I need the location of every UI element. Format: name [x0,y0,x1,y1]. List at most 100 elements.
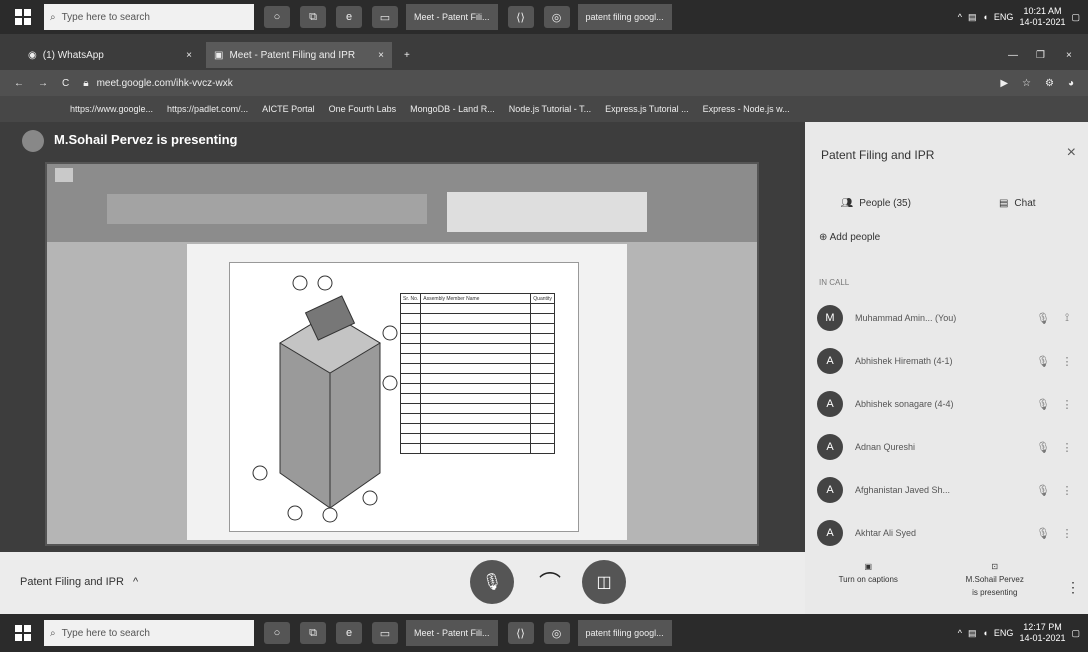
chrome-icon[interactable]: ◎ [543,622,570,644]
system-tray: ^ ▤ ◖ ENG 12:17 PM 14-01-2021 ▢ [958,622,1088,644]
network-icon[interactable]: ▤ [968,628,977,639]
new-tab-button[interactable]: + [396,42,422,68]
table-header: Sr. No. [399,293,422,304]
close-window-button[interactable]: × [1058,42,1080,68]
start-button[interactable] [8,620,38,646]
task-view-icon[interactable]: ⧉ [300,6,326,28]
clock[interactable]: 12:17 PM 14-01-2021 [1019,622,1065,644]
vscode-icon[interactable]: ⟨⟩ [507,622,534,644]
more-options-icon[interactable]: ⋮ [1055,527,1079,540]
extensions-icon[interactable]: ⚙ [1045,78,1054,89]
back-icon[interactable]: ← [14,78,24,89]
taskbar-app-chrome[interactable]: patent filing googl... [577,620,672,646]
captions-button[interactable]: ▣ Turn on captions [805,560,932,614]
start-button[interactable] [8,4,38,30]
mic-toggle-button[interactable]: 🎙︎ [470,560,514,604]
bookmark-item[interactable]: Express - Node.js w... [703,104,790,114]
volume-icon[interactable]: ◖ [982,12,987,22]
pin-icon[interactable]: ⟟ [1055,312,1079,325]
presenter-avatar [22,130,44,152]
meet-icon: ▣ [214,49,224,61]
tab-whatsapp[interactable]: ◉ (1) WhatsApp × [20,42,200,68]
close-icon[interactable]: × [378,50,384,61]
file-explorer-icon[interactable]: ▭ [372,622,398,644]
participant-row[interactable]: A Abhishek sonagare (4-4) 🎙︎ ⋮ [817,384,1079,424]
network-icon[interactable]: ▤ [968,12,977,23]
participant-name: Abhishek Hiremath (4-1) [855,356,953,366]
more-options-icon[interactable]: ⋮ [1055,441,1079,454]
mic-off-icon[interactable]: 🎙︎ [1031,398,1055,411]
language-indicator[interactable]: ENG [994,628,1014,638]
volume-icon[interactable]: ◖ [982,628,987,638]
table-row [399,353,555,364]
cortana-icon[interactable]: ○ [264,622,290,644]
more-options-icon[interactable]: ⋮ [1058,560,1088,614]
notifications-icon[interactable]: ▢ [1071,628,1080,639]
bookmark-item[interactable]: Node.js Tutorial - T... [509,104,591,114]
mic-off-icon[interactable]: 🎙︎ [1031,527,1055,540]
task-view-icon[interactable]: ⧉ [300,622,326,644]
leave-call-button[interactable]: ⌒ [528,560,572,604]
participant-row[interactable]: A Adnan Qureshi 🎙︎ ⋮ [817,427,1079,467]
table-row [399,343,555,354]
more-options-icon[interactable]: ⋮ [1055,398,1079,411]
mic-off-icon[interactable]: 🎙︎ [1031,355,1055,368]
camera-toggle-button[interactable]: ◫ [582,560,626,604]
table-header: Assembly Member Name [420,293,532,304]
participant-row[interactable]: A Abhishek Hiremath (4-1) 🎙︎ ⋮ [817,341,1079,381]
participant-row[interactable]: A Afghanistan Javed Sh... 🎙︎ ⋮ [817,470,1079,510]
bookmark-item[interactable]: AICTE Portal [262,104,315,114]
chevron-up-icon[interactable]: ^ [958,628,962,638]
edge-icon[interactable]: e [336,6,362,28]
meeting-details-button[interactable]: Patent Filing and IPR ^ [20,576,138,588]
taskbar-search-input[interactable]: ⌕ Type here to search [44,4,254,30]
minimize-button[interactable]: — [1000,42,1026,68]
language-indicator[interactable]: ENG [994,12,1014,22]
chevron-up-icon[interactable]: ^ [958,12,962,22]
notifications-icon[interactable]: ▢ [1071,12,1080,23]
tab-people[interactable]: 👥︎ People (35) [805,188,947,218]
cortana-icon[interactable]: ○ [264,6,290,28]
vscode-icon[interactable]: ⟨⟩ [507,6,534,28]
taskbar-app-label: patent filing googl... [585,628,664,638]
mic-off-icon[interactable]: 🎙︎ [1031,441,1055,454]
windows-icon [15,625,31,641]
shared-screen[interactable]: Sr. No. Assembly Member Name Quantity [45,162,759,546]
tab-meet[interactable]: ▣ Meet - Patent Filing and IPR × [206,42,392,68]
table-row [399,423,555,434]
edge-icon[interactable]: e [336,622,362,644]
taskbar-app-meet[interactable]: Meet - Patent Fili... [406,4,498,30]
tab-chat[interactable]: ▤ Chat [947,188,1088,218]
mic-off-icon[interactable]: 🎙︎ [1031,484,1055,497]
taskbar-search-input[interactable]: ⌕ Type here to search [44,620,254,646]
forward-icon[interactable]: → [38,78,48,89]
add-people-button[interactable]: ⊕ Add people [819,232,880,243]
clock[interactable]: 10:21 AM 14-01-2021 [1019,6,1065,28]
bookmark-item[interactable]: One Fourth Labs [329,104,397,114]
bookmark-item[interactable]: https://www.google... [70,104,153,114]
chrome-icon[interactable]: ◎ [543,6,570,28]
more-options-icon[interactable]: ⋮ [1055,484,1079,497]
mic-off-icon[interactable]: 🎙︎ [1031,312,1055,325]
table-row [399,303,555,314]
restore-button[interactable]: ❐ [1028,42,1053,68]
close-panel-icon[interactable]: × [1067,144,1076,162]
participant-row[interactable]: A Akhtar Ali Syed 🎙︎ ⋮ [817,513,1079,553]
bookmark-item[interactable]: https://padlet.com/... [167,104,248,114]
more-options-icon[interactable]: ⋮ [1055,355,1079,368]
bookmark-item[interactable]: Express.js Tutorial ... [605,104,689,114]
bookmark-item[interactable]: MongoDB - Land R... [410,104,495,114]
url-field[interactable]: meet.google.com/ihk-vvcz-wxk [97,78,233,89]
reload-icon[interactable]: C [62,78,69,89]
star-icon[interactable]: ☆ [1022,78,1031,89]
presenting-button[interactable]: ⊡ M.Sohail Pervez is presenting [932,560,1059,614]
profile-icon[interactable]: ◕ [1068,78,1074,89]
taskbar-app-chrome[interactable]: patent filing googl... [577,4,672,30]
participant-row[interactable]: M Muhammad Amin... (You) 🎙︎ ⟟ [817,298,1079,338]
cast-icon[interactable]: ▶ [1000,78,1008,89]
taskbar-app-meet[interactable]: Meet - Patent Fili... [406,620,498,646]
present-screen-icon: ⊡ [991,562,999,571]
close-icon[interactable]: × [186,50,192,61]
table-row [399,333,555,344]
file-explorer-icon[interactable]: ▭ [372,6,398,28]
